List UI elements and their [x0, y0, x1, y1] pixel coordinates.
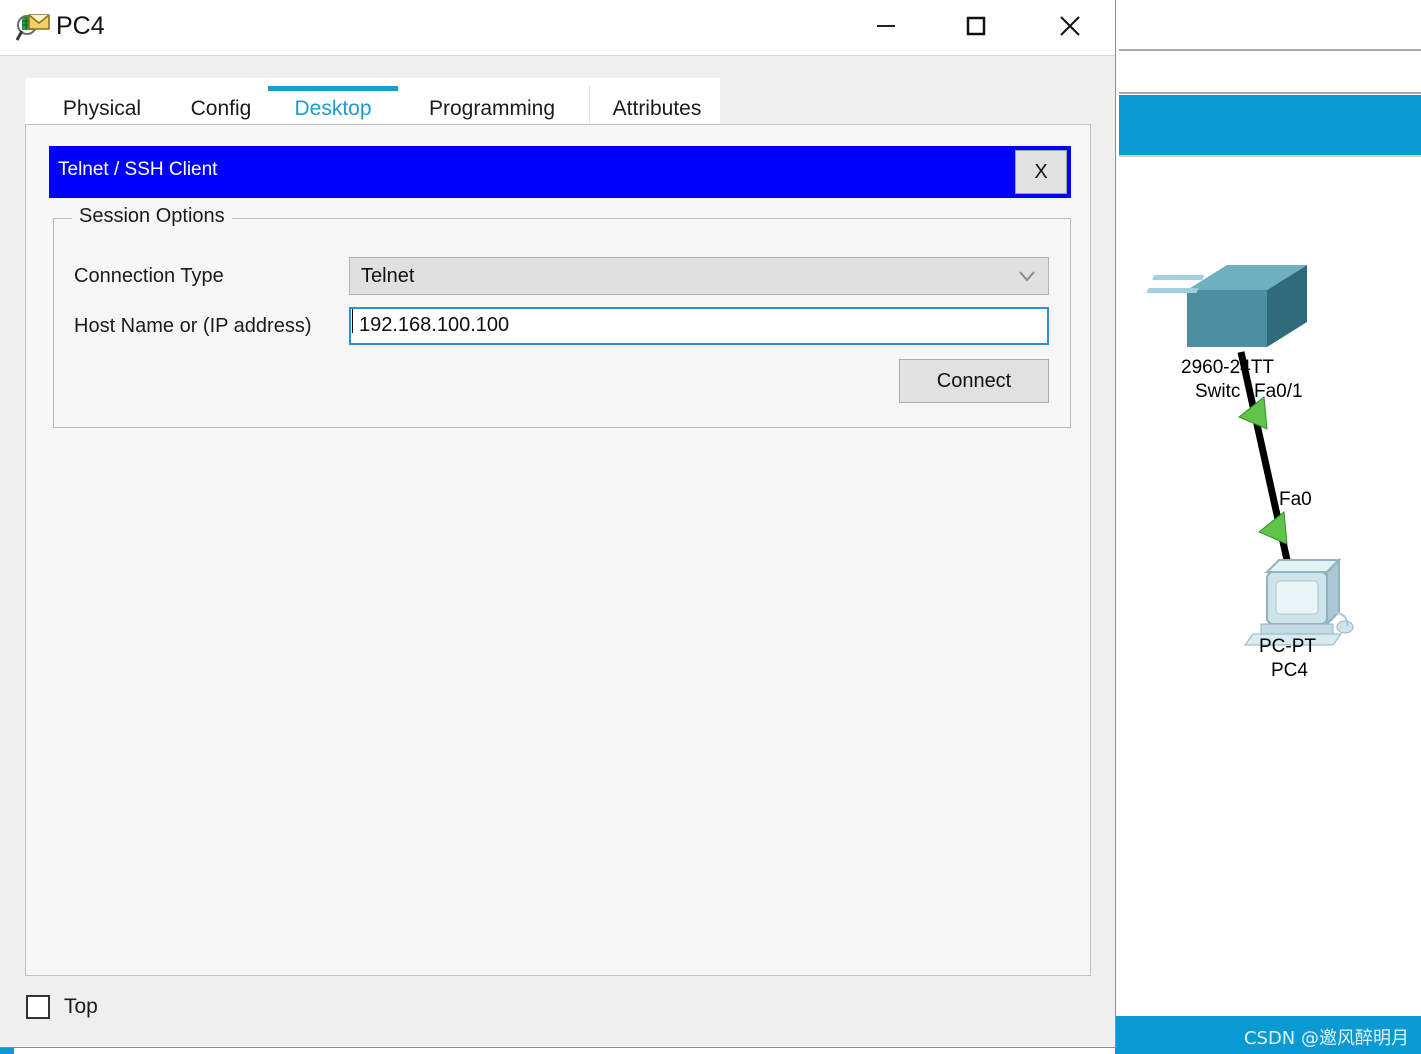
text-caret	[352, 309, 353, 333]
network-topology-workspace[interactable]: 2960-24TT Switc Fa0/1 Fa0 PC-PT PC4	[1119, 157, 1421, 1016]
top-checkbox[interactable]	[26, 995, 50, 1019]
active-tab-underline	[268, 86, 398, 91]
close-icon	[1060, 16, 1080, 36]
tab-programming-label: Programming	[428, 97, 556, 120]
session-options-group: Session Options Connection Type Telnet H…	[53, 205, 1071, 428]
inspect-envelope-icon	[16, 14, 50, 41]
desktop-panel: Telnet / SSH Client X Session Options Co…	[25, 124, 1091, 976]
dialog-titlebar: PC4	[0, 0, 1115, 56]
telnet-body: Session Options Connection Type Telnet H…	[49, 198, 1071, 552]
connection-type-select[interactable]: Telnet	[349, 257, 1049, 295]
session-options-legend: Session Options	[72, 205, 232, 228]
switch-name-label: Switc	[1195, 381, 1241, 402]
host-name-value: 192.168.100.100	[359, 314, 510, 336]
topology-canvas	[1146, 265, 1354, 646]
maximize-icon	[966, 16, 986, 36]
toolbar-divider	[1119, 92, 1421, 94]
telnet-ssh-client-window: Telnet / SSH Client X Session Options Co…	[49, 146, 1071, 552]
pc-port-label: Fa0	[1279, 489, 1312, 510]
tabstrip: Physical Config Desktop Programming Attr…	[25, 78, 720, 124]
switch-icon	[1146, 265, 1307, 347]
connection-type-value: Telnet	[361, 265, 415, 287]
tab-desktop[interactable]: Desktop	[268, 78, 398, 124]
telnet-title: Telnet / SSH Client	[58, 159, 218, 180]
tab-desktop-label: Desktop	[294, 97, 372, 120]
connect-button[interactable]: Connect	[899, 359, 1049, 403]
maximize-button[interactable]	[946, 0, 1006, 55]
pc-name-label: PC4	[1271, 660, 1308, 681]
close-button[interactable]	[1040, 0, 1100, 55]
tab-physical[interactable]: Physical	[48, 78, 156, 124]
chevron-down-icon	[1019, 271, 1035, 282]
pc-icon	[1244, 557, 1354, 646]
host-name-label: Host Name or (IP address)	[74, 315, 312, 337]
top-checkbox-label: Top	[64, 995, 98, 1018]
tab-divider	[589, 86, 590, 124]
tab-attributes[interactable]: Attributes	[602, 78, 712, 124]
connection-type-label: Connection Type	[74, 265, 224, 287]
watermark: CSDN @邀风醉明月	[1243, 1028, 1409, 1049]
switch-port-label: Fa0/1	[1254, 381, 1303, 402]
host-name-input[interactable]: 192.168.100.100	[349, 307, 1049, 345]
link-status-arrow-pc	[1258, 511, 1288, 545]
tab-attributes-label: Attributes	[612, 97, 702, 120]
tab-programming[interactable]: Programming	[422, 78, 562, 124]
device-dialog-pc4: PC4 Physical Config Desktop Programming …	[0, 0, 1116, 1048]
telnet-titlebar: Telnet / SSH Client X	[49, 146, 1071, 198]
top-checkbox-row[interactable]: Top	[26, 995, 98, 1019]
minimize-icon	[877, 25, 895, 27]
tab-config-label: Config	[190, 97, 252, 120]
minimize-button[interactable]	[856, 0, 916, 55]
page-title: PC4	[56, 12, 105, 40]
dialog-footer: Top	[0, 977, 1114, 1047]
pc-model-label: PC-PT	[1259, 636, 1316, 657]
tab-config[interactable]: Config	[178, 78, 264, 124]
telnet-close-button[interactable]: X	[1015, 150, 1067, 194]
switch-model-label: 2960-24TT	[1181, 357, 1274, 378]
tab-physical-label: Physical	[62, 97, 142, 120]
background-blue-band	[1119, 95, 1421, 155]
toolbar-divider	[1119, 49, 1421, 51]
